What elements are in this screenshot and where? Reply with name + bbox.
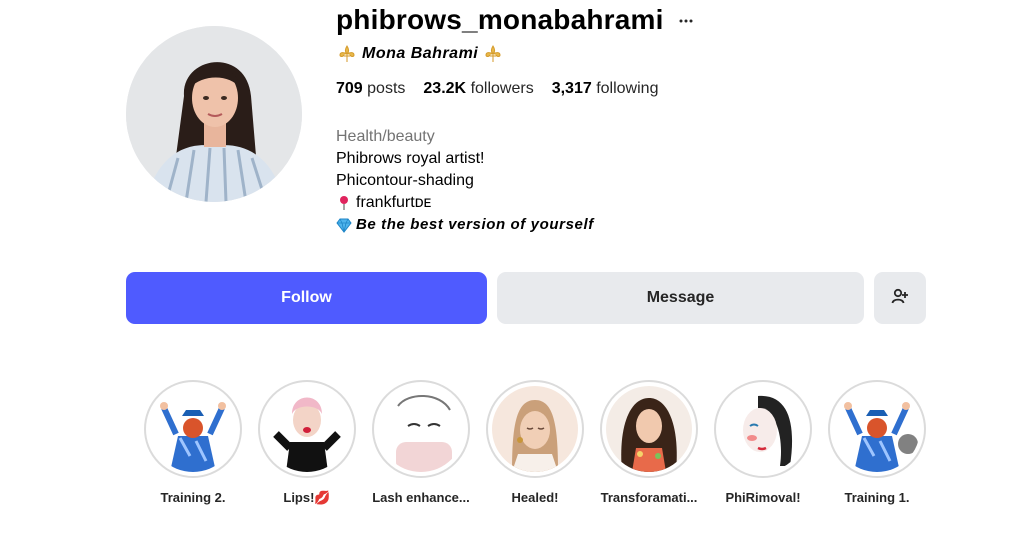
gem-icon <box>336 217 352 233</box>
followers-stat[interactable]: 23.2K followers <box>423 80 533 98</box>
highlight-item[interactable]: Transforamati... <box>600 380 698 506</box>
highlight-cover-image <box>264 386 350 472</box>
posts-stat: 709 posts <box>336 80 405 98</box>
profile-full-name: Mona Bahrami <box>362 45 479 62</box>
highlight-ring <box>828 380 926 478</box>
highlight-cover-image <box>150 386 236 472</box>
username-row: phibrows_monabahrami <box>336 4 694 36</box>
fleur-de-lis-icon <box>338 45 356 63</box>
highlight-cover-image <box>834 386 920 472</box>
highlight-cover-image <box>378 386 464 472</box>
highlight-item[interactable]: Training 1. <box>828 380 926 506</box>
following-stat[interactable]: 3,317 following <box>552 80 659 98</box>
story-highlights: Training 2. Lips!💋 Lash enhance... Heale… <box>144 380 926 506</box>
highlight-item[interactable]: Training 2. <box>144 380 242 506</box>
follow-button[interactable]: Follow <box>126 272 487 324</box>
bio-line-2: Phicontour-shading <box>336 172 474 189</box>
highlight-label: Lash enhance... <box>372 490 470 505</box>
highlight-label: Transforamati... <box>600 490 698 505</box>
more-options-icon[interactable] <box>678 13 694 29</box>
highlight-item[interactable]: Lips!💋 <box>258 380 356 506</box>
profile-page: phibrows_monabahrami Mona Bahrami 709 po… <box>0 0 1024 534</box>
highlight-item[interactable]: Healed! <box>486 380 584 506</box>
followers-label: followers <box>470 80 534 97</box>
profile-username: phibrows_monabahrami <box>336 4 664 35</box>
following-label: following <box>596 80 659 97</box>
profile-stats: 709 posts 23.2K followers 3,317 followin… <box>336 80 658 98</box>
bio-location: frankfurtᴅᴇ <box>356 194 432 211</box>
highlight-ring <box>714 380 812 478</box>
avatar-portrait-image <box>126 26 302 202</box>
bio-line-1: Phibrows royal artist! <box>336 150 485 167</box>
highlight-label: Lips!💋 <box>283 490 331 505</box>
suggest-users-button[interactable] <box>874 272 926 324</box>
highlight-cover-image <box>720 386 806 472</box>
highlight-ring <box>144 380 242 478</box>
bio-tagline: Be the best version of yourself <box>356 216 594 233</box>
profile-category: Health/beauty <box>336 128 435 145</box>
bio-line-3: frankfurtᴅᴇ <box>336 192 594 214</box>
profile-avatar[interactable] <box>126 26 302 202</box>
highlight-item[interactable]: Lash enhance... <box>372 380 470 506</box>
highlight-label: Training 2. <box>160 490 226 505</box>
bio-line-4: Be the best version of yourself <box>336 214 594 236</box>
location-pin-icon <box>336 195 352 211</box>
followers-count: 23.2K <box>423 80 467 97</box>
highlight-label: PhiRimoval! <box>725 490 801 505</box>
highlight-label: Healed! <box>511 490 559 505</box>
highlight-ring <box>486 380 584 478</box>
fleur-de-lis-icon <box>484 45 502 63</box>
highlight-item[interactable]: PhiRimoval! <box>714 380 812 506</box>
full-name-row: Mona Bahrami <box>338 45 502 63</box>
posts-label: posts <box>367 80 406 97</box>
person-add-icon <box>891 287 909 310</box>
highlight-cover-image <box>606 386 692 472</box>
following-count: 3,317 <box>551 80 592 97</box>
highlight-label: Training 1. <box>844 490 910 505</box>
profile-bio: Health/beauty Phibrows royal artist! Phi… <box>336 126 594 236</box>
message-button[interactable]: Message <box>497 272 864 324</box>
highlight-ring <box>372 380 470 478</box>
highlight-ring <box>258 380 356 478</box>
highlight-ring <box>600 380 698 478</box>
highlight-cover-image <box>492 386 578 472</box>
posts-count: 709 <box>336 80 363 97</box>
